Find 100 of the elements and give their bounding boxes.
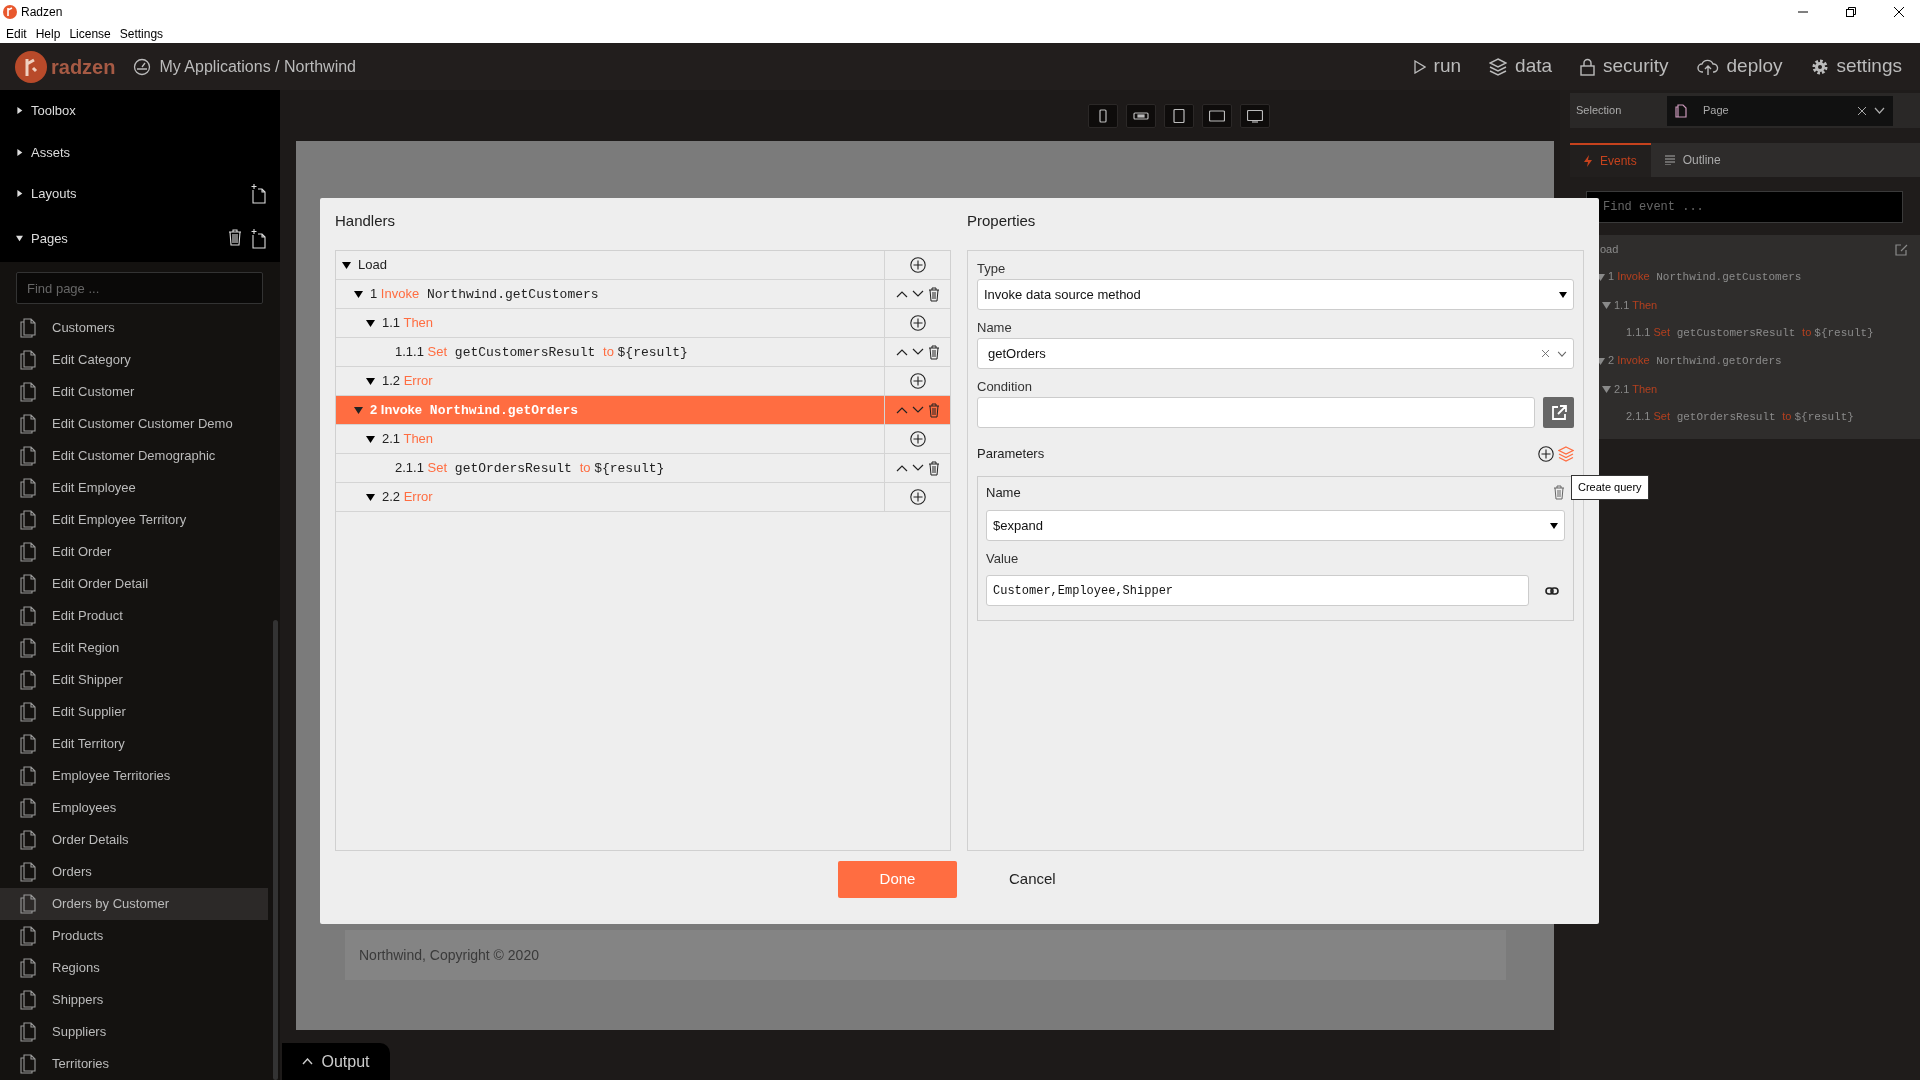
sidebar-section[interactable]: Assets (0, 131, 280, 174)
header-nav-item[interactable]: run (1399, 52, 1476, 81)
type-dropdown[interactable]: Invoke data source method (977, 279, 1574, 310)
device-button[interactable] (1126, 103, 1156, 128)
page-item[interactable]: Edit Category (0, 344, 268, 376)
search-field[interactable]: Find page ... (16, 272, 263, 304)
close-icon (1894, 7, 1904, 17)
parameter-value-field[interactable]: Customer,Employee,Shipper (986, 575, 1529, 606)
page-item[interactable]: Regions (0, 952, 268, 984)
name-dropdown[interactable]: getOrders (977, 338, 1574, 369)
sidebar-section[interactable]: Toolbox (0, 90, 280, 132)
page-icon (20, 894, 36, 914)
event-tree-item[interactable]: 2.1 Then (1614, 380, 1658, 398)
page-icon (20, 1054, 36, 1074)
panel-tab[interactable]: Outline (1650, 143, 1735, 177)
event-tree-item[interactable]: 1.1 Then (1614, 296, 1658, 314)
page-item[interactable]: Edit Supplier (0, 696, 268, 728)
page-item[interactable]: Orders (0, 856, 268, 888)
section-label: Assets (31, 143, 70, 162)
search-field[interactable]: Find event ... (1586, 191, 1903, 223)
page-icon (20, 478, 36, 498)
add-page-icon (250, 184, 266, 204)
expression-button[interactable] (1543, 397, 1574, 428)
header-nav-item[interactable]: data (1475, 52, 1567, 81)
page-icon (20, 734, 36, 754)
delete-icon (228, 228, 242, 246)
page-icon (20, 926, 36, 946)
handler-row[interactable]: 1.1.1 Set getCustomersResult to ${result} (336, 338, 950, 367)
menu-item[interactable]: Settings (119, 24, 164, 43)
device-button[interactable] (1240, 103, 1270, 128)
page-item[interactable]: Edit Customer Customer Demo (0, 408, 268, 440)
page-icon (20, 798, 36, 818)
header-nav-item[interactable]: security (1566, 52, 1683, 81)
section-label: Pages (31, 229, 68, 248)
tablet-icon (1171, 108, 1187, 123)
move-down-icon (911, 348, 924, 356)
output-tab[interactable]: Output (282, 1043, 390, 1080)
event-tree-item[interactable]: 1.1.1 Set getCustomersResult to ${result} (1626, 324, 1874, 342)
cloud-upload-icon (1696, 57, 1719, 76)
selection-dropdown[interactable]: Page (1667, 95, 1893, 126)
page-item[interactable]: Edit Order Detail (0, 568, 268, 600)
handler-row[interactable]: 2.1.1 Set getOrdersResult to ${result} (336, 454, 950, 483)
field-label: Name (986, 483, 1021, 502)
page-item[interactable]: Edit Territory (0, 728, 268, 760)
event-tree-item[interactable]: oad (1600, 240, 1619, 258)
page-item[interactable]: Edit Region (0, 632, 268, 664)
page-icon (20, 414, 36, 434)
page-item[interactable]: Shippers (0, 984, 268, 1016)
event-tree-item[interactable]: 1 Invoke Northwind.getCustomers (1608, 268, 1802, 286)
list-icon (1664, 155, 1675, 165)
page-item[interactable]: Products (0, 920, 268, 952)
page-item[interactable]: Edit Order (0, 536, 268, 568)
handler-row[interactable]: 1 Invoke Northwind.getCustomers (336, 280, 950, 309)
page-item[interactable]: Edit Customer (0, 376, 268, 408)
device-button[interactable] (1164, 103, 1194, 128)
sidebar-section[interactable]: Pages (0, 214, 280, 263)
handler-row[interactable]: 1.1 Then (336, 309, 950, 338)
page-icon (20, 510, 36, 530)
breadcrumb[interactable]: My Applications / Northwind (159, 54, 356, 79)
add-icon (909, 431, 926, 447)
event-tree-item[interactable]: 2 Invoke Northwind.getOrders (1608, 352, 1782, 370)
page-item[interactable]: Edit Customer Demographic (0, 440, 268, 472)
page-item[interactable]: Employees (0, 792, 268, 824)
add-icon (909, 373, 926, 389)
header-nav-item[interactable]: settings (1796, 52, 1916, 81)
cancel-button[interactable]: Cancel (997, 862, 1068, 897)
page-item[interactable]: Edit Employee Territory (0, 504, 268, 536)
event-tree-item[interactable]: 2.1.1 Set getOrdersResult to ${result} (1626, 408, 1854, 426)
page-icon (20, 382, 36, 402)
page-item[interactable]: Customers (0, 312, 268, 344)
edit-icon (1895, 242, 1908, 256)
parameter-name-dropdown[interactable]: $expand (986, 510, 1565, 541)
move-down-icon (911, 464, 924, 472)
handler-row[interactable]: 2.1 Then (336, 425, 950, 454)
page-item[interactable]: Edit Product (0, 600, 268, 632)
page-item[interactable]: Edit Employee (0, 472, 268, 504)
device-button[interactable] (1202, 103, 1232, 128)
header-nav-item[interactable]: deploy (1682, 52, 1797, 81)
handler-label: Load (358, 256, 387, 275)
condition-field[interactable] (977, 397, 1535, 428)
page-item[interactable]: Suppliers (0, 1016, 268, 1048)
chevron-down-icon (1557, 350, 1567, 357)
delete-icon (927, 344, 940, 360)
handler-row[interactable]: 2.2 Error (336, 483, 950, 512)
page-item[interactable]: Edit Shipper (0, 664, 268, 696)
scrollbar[interactable] (273, 620, 278, 1080)
page-icon (20, 350, 36, 370)
page-item[interactable]: Territories (0, 1048, 268, 1080)
sidebar-section[interactable]: Layouts (0, 173, 280, 215)
page-item[interactable]: Order Details (0, 824, 268, 856)
device-button[interactable] (1088, 103, 1118, 128)
page-item[interactable]: Orders by Customer (0, 888, 268, 920)
menu-item[interactable]: License (69, 24, 111, 43)
external-link-icon (1550, 404, 1567, 421)
menu-item[interactable]: Help (35, 24, 61, 43)
delete-icon (927, 402, 940, 418)
handler-row[interactable]: Load (336, 251, 950, 280)
menu-item[interactable]: Edit (6, 24, 27, 43)
page-item[interactable]: Employee Territories (0, 760, 268, 792)
lightning-icon (1584, 155, 1592, 167)
